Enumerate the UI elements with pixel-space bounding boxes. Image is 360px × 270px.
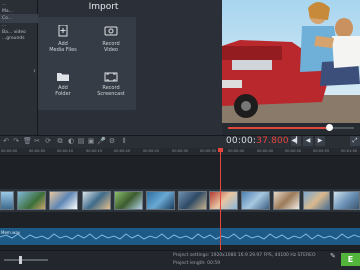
record-screencast-label-2: Screencast bbox=[97, 91, 125, 97]
left-pane-item[interactable]: ...grounds bbox=[2, 36, 25, 41]
ruler-tick: 00:00:35 bbox=[200, 149, 217, 153]
ruler-tick: 00:00:15 bbox=[86, 149, 103, 153]
record-video-label-2: Video bbox=[103, 47, 118, 53]
add-media-files-button[interactable]: Add Media Files bbox=[38, 17, 88, 64]
fullscreen-button[interactable]: ⤢ bbox=[350, 136, 360, 146]
left-pane-item[interactable]: Ba... video bbox=[2, 30, 26, 35]
screen-icon bbox=[104, 72, 118, 82]
video-clip[interactable] bbox=[241, 191, 270, 210]
camera-icon bbox=[104, 26, 118, 36]
video-clip[interactable] bbox=[209, 191, 238, 210]
video-preview[interactable] bbox=[222, 0, 360, 123]
microphone-icon[interactable]: 🎤 bbox=[97, 137, 106, 146]
preview-progress-knob[interactable] bbox=[326, 124, 333, 131]
add-folder-label-2: Folder bbox=[55, 91, 71, 97]
video-clip[interactable] bbox=[82, 191, 111, 210]
pencil-icon[interactable]: ✎ bbox=[330, 252, 336, 260]
ruler-tick: 00:00:55 bbox=[313, 149, 330, 153]
export-button[interactable]: E bbox=[341, 253, 360, 266]
timeline-playhead[interactable] bbox=[220, 148, 221, 258]
video-clip[interactable] bbox=[49, 191, 78, 210]
add-folder-button[interactable]: Add Folder bbox=[38, 63, 88, 110]
ruler-tick: 00:00:40 bbox=[228, 149, 245, 153]
ruler-tick: 00:01:00 bbox=[341, 149, 358, 153]
preview-progress-fill bbox=[228, 127, 329, 129]
color-adjust-icon[interactable]: ◐ bbox=[67, 137, 75, 146]
left-pane-item[interactable]: ... bbox=[2, 23, 6, 28]
video-clip[interactable] bbox=[303, 191, 330, 210]
timecode-display: 00:00:37.800 bbox=[226, 135, 289, 148]
crop-icon[interactable]: ⧉ bbox=[56, 137, 64, 146]
cut-icon[interactable]: ✂ bbox=[33, 137, 41, 146]
video-clip[interactable] bbox=[146, 191, 175, 210]
ruler-tick: 00:00:30 bbox=[172, 149, 189, 153]
video-clip[interactable] bbox=[17, 191, 46, 210]
equalizer-icon[interactable]: ⦀ bbox=[120, 137, 128, 146]
playhead-handle[interactable] bbox=[218, 148, 223, 152]
delete-icon[interactable]: 🗑 bbox=[23, 137, 32, 146]
ruler-tick: 00:00:05 bbox=[29, 149, 46, 153]
video-clip[interactable] bbox=[333, 191, 360, 210]
video-clip[interactable] bbox=[0, 191, 14, 210]
undo-icon[interactable]: ↶ bbox=[2, 137, 10, 146]
audio-clip-label: Mem.wav bbox=[1, 230, 21, 235]
left-pane-item[interactable]: Ma... bbox=[2, 9, 13, 14]
video-clip[interactable] bbox=[178, 191, 207, 210]
video-clip[interactable] bbox=[273, 191, 300, 210]
project-length-label: Project length: bbox=[173, 261, 206, 266]
ruler-tick: 00:00:00 bbox=[1, 149, 18, 153]
image-icon[interactable]: ▣ bbox=[87, 137, 95, 146]
redo-icon[interactable]: ↷ bbox=[12, 137, 20, 146]
project-length: Project length: 00:59 bbox=[173, 261, 220, 266]
ruler-tick: 00:00:50 bbox=[285, 149, 302, 153]
project-settings-label: Project settings: bbox=[173, 253, 210, 258]
record-video-button[interactable]: Record Video bbox=[86, 17, 136, 64]
preview-scrub-bar bbox=[222, 123, 360, 135]
settings-gear-icon[interactable]: ⚙ bbox=[108, 137, 116, 146]
left-pane-item[interactable]: ... bbox=[2, 2, 6, 7]
zoom-slider-track[interactable] bbox=[4, 259, 48, 261]
ruler-tick: 00:00:25 bbox=[143, 149, 160, 153]
timecode-main: 00:00: bbox=[226, 136, 257, 146]
step-back-button[interactable]: ◀ bbox=[303, 136, 313, 146]
ruler-tick: 00:00:20 bbox=[114, 149, 131, 153]
add-media-files-label-2: Media Files bbox=[49, 47, 77, 53]
ruler-tick: 00:00:10 bbox=[57, 149, 74, 153]
record-screencast-button[interactable]: Record Screencast bbox=[86, 63, 136, 110]
ruler-tick: 00:00:45 bbox=[257, 149, 274, 153]
audio-track[interactable] bbox=[0, 228, 360, 245]
collapse-arrow-icon[interactable]: ‹ bbox=[31, 66, 38, 76]
project-settings: Project settings: 1920x1080 16:9 29.97 F… bbox=[173, 253, 315, 258]
plus-file-icon bbox=[58, 25, 68, 37]
folder-icon bbox=[57, 73, 69, 81]
transition-icon[interactable]: ▤ bbox=[77, 137, 85, 146]
left-pane-item[interactable]: Co... bbox=[2, 16, 12, 21]
import-title: Import bbox=[88, 2, 119, 12]
rotate-icon[interactable]: ⟳ bbox=[44, 137, 52, 146]
timecode-ms: 37.800 bbox=[256, 136, 289, 146]
play-button[interactable]: ▶ bbox=[315, 136, 325, 146]
zoom-slider-knob[interactable] bbox=[19, 256, 22, 264]
video-clip[interactable] bbox=[114, 191, 143, 210]
previous-frame-button[interactable]: ◀▎ bbox=[291, 136, 301, 146]
project-settings-value: 1920x1080 16:9 29.97 FPS, 44100 Hz STERE… bbox=[210, 253, 316, 258]
project-length-value: 00:59 bbox=[207, 261, 221, 266]
